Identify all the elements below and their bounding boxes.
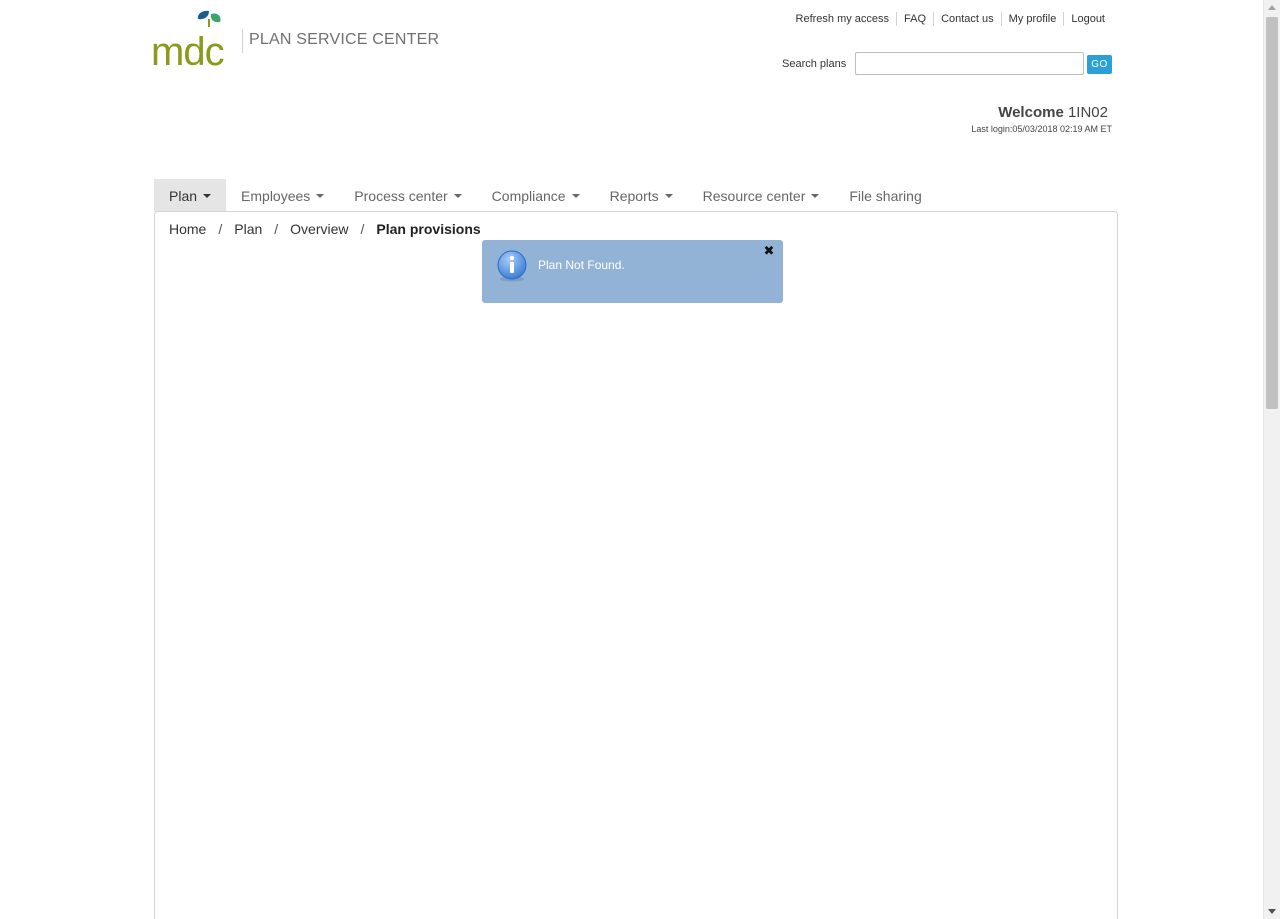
refresh-access-link[interactable]: Refresh my access (789, 12, 897, 26)
breadcrumb: Home / Plan / Overview / Plan provisions (169, 221, 481, 237)
content-panel (154, 211, 1118, 919)
contact-us-link[interactable]: Contact us (933, 12, 1001, 26)
nav-reports[interactable]: Reports (595, 179, 688, 212)
nav-employees[interactable]: Employees (226, 179, 339, 212)
nav-plan-label: Plan (169, 187, 198, 204)
my-profile-link[interactable]: My profile (1000, 12, 1064, 26)
breadcrumb-plan[interactable]: Plan (234, 221, 262, 237)
caret-down-icon (453, 193, 462, 198)
mdc-logo[interactable]: mdc (151, 9, 229, 67)
info-notification: Plan Not Found. ✖ (482, 240, 783, 303)
search-go-button[interactable]: GO (1087, 55, 1112, 74)
notification-message: Plan Not Found. (538, 258, 625, 272)
breadcrumb-overview[interactable]: Overview (290, 221, 348, 237)
breadcrumb-home[interactable]: Home (169, 221, 206, 237)
nav-process-center-label: Process center (354, 187, 448, 204)
nav-compliance-label: Compliance (491, 187, 566, 204)
close-icon[interactable]: ✖ (762, 244, 776, 258)
caret-down-icon (203, 193, 212, 198)
top-links: Refresh my access FAQ Contact us My prof… (789, 12, 1112, 26)
nav-compliance[interactable]: Compliance (477, 179, 595, 212)
nav-reports-label: Reports (609, 187, 659, 204)
nav-file-sharing-label: File sharing (849, 187, 922, 204)
caret-down-icon (811, 193, 820, 198)
breadcrumb-separator: / (218, 221, 223, 237)
info-icon (496, 250, 528, 282)
scroll-thumb[interactable] (1266, 17, 1278, 409)
search-plans-label: Search plans (782, 58, 847, 70)
logo-divider (242, 29, 243, 53)
nav-file-sharing[interactable]: File sharing (834, 179, 936, 212)
caret-down-icon (316, 193, 325, 198)
logout-link[interactable]: Logout (1063, 12, 1112, 26)
search-plans-input[interactable] (855, 52, 1084, 75)
vertical-scrollbar[interactable] (1263, 0, 1280, 919)
site-title: PLAN SERVICE CENTER (249, 31, 440, 48)
breadcrumb-separator: / (360, 221, 365, 237)
nav-resource-center[interactable]: Resource center (688, 179, 835, 212)
breadcrumb-separator: / (274, 221, 279, 237)
caret-down-icon (571, 193, 580, 198)
breadcrumb-current: Plan provisions (376, 221, 481, 237)
svg-text:mdc: mdc (151, 30, 224, 67)
faq-link[interactable]: FAQ (896, 12, 933, 26)
main-nav: Plan Employees Process center Compliance… (154, 179, 937, 212)
welcome-label: Welcome (998, 104, 1064, 121)
nav-employees-label: Employees (241, 187, 311, 204)
last-login: Last login:05/03/2018 02:19 AM ET (971, 124, 1112, 134)
scroll-down-arrow-icon[interactable] (1268, 909, 1276, 914)
user-id: 1IN02 (1067, 104, 1108, 121)
welcome-message: Welcome 1IN02 (998, 104, 1108, 121)
scroll-up-arrow-icon[interactable] (1268, 5, 1276, 10)
nav-process-center[interactable]: Process center (339, 179, 476, 212)
nav-plan[interactable]: Plan (154, 179, 227, 212)
nav-resource-center-label: Resource center (702, 187, 806, 204)
caret-down-icon (664, 193, 673, 198)
